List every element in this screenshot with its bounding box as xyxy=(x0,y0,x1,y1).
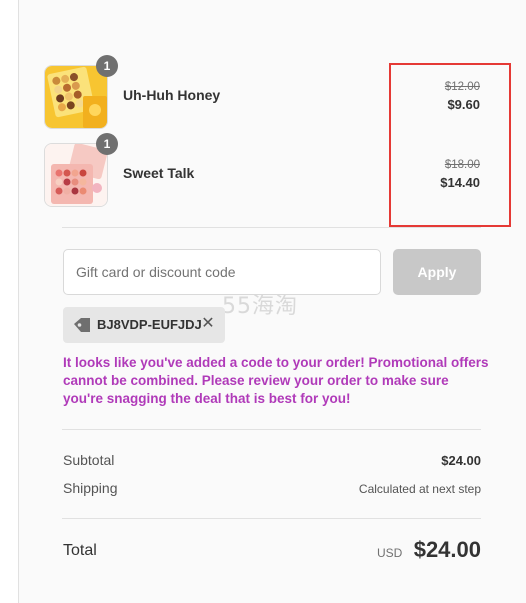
shipping-value: Calculated at next step xyxy=(358,482,481,496)
product-thumbnail-uh-huh-honey[interactable] xyxy=(44,65,108,129)
product-name: Sweet Talk xyxy=(123,165,195,181)
divider xyxy=(62,518,481,519)
divider xyxy=(62,227,481,228)
divider xyxy=(62,429,481,430)
currency-code: USD xyxy=(377,546,403,560)
price-highlight-box xyxy=(389,63,511,227)
promo-warning-message: It looks like you've added a code to you… xyxy=(63,355,489,406)
left-page-edge xyxy=(0,0,18,603)
total-label: Total xyxy=(63,542,97,559)
shipping-label: Shipping xyxy=(63,480,118,496)
tag-icon xyxy=(74,318,90,332)
total-value: $24.00 xyxy=(413,537,481,562)
watermark-logo: 55海淘 xyxy=(222,294,298,319)
applied-discount-tag: BJ8VDP-EUFJDJ ✕ xyxy=(63,307,225,343)
subtotal-label: Subtotal xyxy=(63,452,115,468)
subtotal-value: $24.00 xyxy=(441,453,481,468)
apply-button[interactable]: Apply xyxy=(393,249,481,295)
pink-eyeshadow-palette-image xyxy=(45,144,107,206)
applied-code-text: BJ8VDP-EUFJDJ xyxy=(97,317,202,332)
yellow-eyeshadow-palette-image xyxy=(45,66,107,128)
quantity-badge: 1 xyxy=(96,55,118,77)
product-name: Uh-Huh Honey xyxy=(123,87,221,103)
close-icon[interactable]: ✕ xyxy=(200,315,216,333)
quantity-badge: 1 xyxy=(96,133,118,155)
product-thumbnail-sweet-talk[interactable] xyxy=(44,143,108,207)
